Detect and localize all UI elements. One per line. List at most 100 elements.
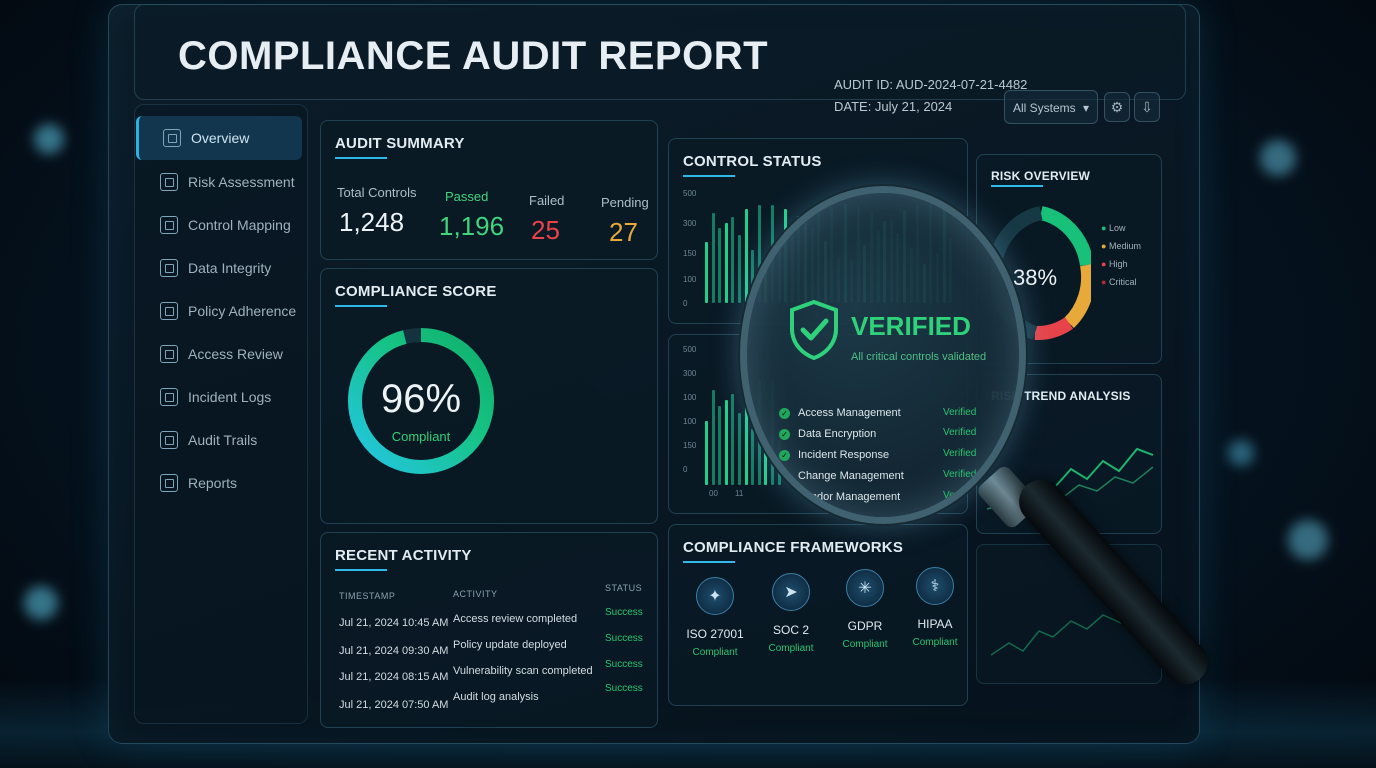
framework-soc2[interactable]: ➤ SOC 2 Compliant bbox=[751, 573, 831, 654]
bokeh-light bbox=[24, 586, 58, 620]
panel-title: CONTROL STATUS bbox=[683, 153, 822, 170]
y-tick: 100 bbox=[683, 393, 697, 402]
export-button[interactable]: ⇩ bbox=[1134, 92, 1160, 122]
bar-mark bbox=[711, 389, 715, 485]
failed-value: 25 bbox=[531, 215, 560, 245]
title-underline bbox=[991, 185, 1043, 187]
audit-id: AUDIT ID: AUD-2024-07-21-4482 bbox=[834, 77, 1028, 92]
verified-row: ✓ Change Management bbox=[779, 470, 904, 482]
bar-mark bbox=[724, 399, 728, 485]
magnifier-lens: VERIFIED All critical controls validated… bbox=[740, 186, 1026, 524]
col-header-timestamp: TIMESTAMP bbox=[339, 591, 396, 601]
row-status: Success bbox=[605, 683, 643, 694]
verified-status: Verified bbox=[943, 427, 977, 438]
bar-mark bbox=[718, 228, 722, 303]
sidebar-item-control-mapping[interactable]: Control Mapping bbox=[136, 203, 302, 247]
panel-title: AUDIT SUMMARY bbox=[335, 135, 465, 152]
framework-status: Compliant bbox=[912, 637, 958, 648]
score-value: 96% bbox=[380, 377, 462, 421]
sidebar-item-label: Risk Assessment bbox=[188, 174, 295, 190]
framework-gdpr[interactable]: ✳ GDPR Compliant bbox=[825, 569, 905, 650]
sidebar-item-data-integrity[interactable]: Data Integrity bbox=[136, 246, 302, 290]
title-underline bbox=[683, 561, 735, 563]
bokeh-light bbox=[1260, 140, 1296, 176]
download-icon: ⇩ bbox=[1141, 98, 1153, 115]
sidebar-item-label: Data Integrity bbox=[188, 260, 272, 276]
y-tick: 100 bbox=[683, 275, 697, 284]
sidebar-item-audit-trails[interactable]: Audit Trails bbox=[136, 418, 302, 462]
framework-iso[interactable]: ✦ ISO 27001 Compliant bbox=[675, 577, 755, 658]
bokeh-light bbox=[1228, 440, 1254, 466]
risk-high-arc bbox=[1034, 317, 1073, 341]
total-controls-label: Total Controls bbox=[337, 185, 417, 200]
framework-hipaa[interactable]: ⚕ HIPAA Compliant bbox=[895, 567, 975, 648]
panel-title: RECENT ACTIVITY bbox=[335, 547, 472, 564]
y-tick: 500 bbox=[683, 189, 697, 198]
home-icon bbox=[163, 129, 181, 147]
sidebar-item-overview[interactable]: Overview bbox=[136, 116, 302, 160]
sidebar-item-access-review[interactable]: Access Review bbox=[136, 332, 302, 376]
log-icon bbox=[160, 388, 178, 406]
row-timestamp: Jul 21, 2024 10:45 AM bbox=[339, 617, 449, 629]
verified-row: ✓ Data Encryption bbox=[779, 428, 876, 440]
trail-icon bbox=[160, 431, 178, 449]
title-underline bbox=[683, 175, 735, 177]
system-select-value: All Systems bbox=[1013, 101, 1076, 115]
recent-activity-panel: RECENT ACTIVITY TIMESTAMP ACTIVITY STATU… bbox=[320, 532, 658, 728]
failed-label: Failed bbox=[529, 193, 565, 208]
legend-low: ● Low bbox=[1101, 223, 1126, 233]
gear-icon: ⚙ bbox=[1110, 98, 1124, 115]
verified-title: VERIFIED bbox=[851, 311, 971, 341]
iso-badge-icon: ✦ bbox=[696, 577, 734, 615]
framework-name: SOC 2 bbox=[772, 623, 809, 637]
verified-row: ✓ Vendor Management bbox=[779, 491, 900, 503]
check-icon: ✓ bbox=[779, 470, 790, 482]
legend-high: ● High bbox=[1101, 259, 1128, 269]
policy-icon bbox=[160, 302, 178, 320]
sidebar-item-reports[interactable]: Reports bbox=[136, 461, 302, 505]
compliance-score-panel: COMPLIANCE SCORE 96% Compliant bbox=[320, 268, 658, 524]
bar-mark bbox=[711, 212, 715, 303]
total-controls-value: 1,248 bbox=[339, 207, 405, 237]
y-tick: 300 bbox=[683, 369, 697, 378]
framework-status: Compliant bbox=[692, 647, 738, 658]
bokeh-light bbox=[34, 124, 64, 154]
page-title: COMPLIANCE AUDIT REPORT bbox=[178, 34, 769, 78]
check-icon: ✓ bbox=[779, 407, 790, 419]
y-tick: 150 bbox=[683, 441, 697, 450]
bar-mark bbox=[751, 429, 755, 485]
bar-mark bbox=[731, 394, 735, 485]
title-underline bbox=[335, 569, 387, 571]
verified-status: Verified bbox=[943, 490, 977, 501]
check-icon: ✓ bbox=[779, 491, 790, 503]
audit-meta: AUDIT ID: AUD-2024-07-21-4482 DATE: July… bbox=[834, 74, 1027, 118]
pending-value: 27 bbox=[609, 217, 638, 247]
shield-check-icon bbox=[790, 299, 838, 361]
row-timestamp: Jul 21, 2024 07:50 AM bbox=[339, 699, 449, 711]
sidebar-item-incident-logs[interactable]: Incident Logs bbox=[136, 375, 302, 419]
verified-status: Verified bbox=[943, 469, 977, 480]
verified-row: ✓ Access Management bbox=[779, 407, 901, 419]
bokeh-light bbox=[1288, 520, 1328, 560]
row-activity: Access review completed bbox=[453, 613, 578, 625]
bar-mark bbox=[744, 209, 748, 303]
row-timestamp: Jul 21, 2024 09:30 AM bbox=[339, 645, 449, 657]
sidebar-item-label: Audit Trails bbox=[188, 432, 258, 448]
verified-row: ✓ Incident Response bbox=[779, 449, 889, 461]
sidebar-item-risk-assessment[interactable]: Risk Assessment bbox=[136, 160, 302, 204]
bar-mark bbox=[731, 217, 735, 303]
risk-low-arc bbox=[1039, 206, 1091, 267]
x-tick: 11 bbox=[735, 489, 744, 498]
y-tick: 500 bbox=[683, 345, 697, 354]
risk-icon bbox=[160, 173, 178, 191]
legend-critical: ● Critical bbox=[1101, 277, 1137, 287]
sidebar-item-policy-adherence[interactable]: Policy Adherence bbox=[136, 289, 302, 333]
system-select[interactable]: All Systems ▾ bbox=[1004, 90, 1098, 124]
settings-button[interactable]: ⚙ bbox=[1104, 92, 1130, 122]
bar-mark bbox=[738, 235, 741, 303]
framework-status: Compliant bbox=[842, 639, 888, 650]
framework-name: ISO 27001 bbox=[686, 627, 744, 641]
row-activity: Audit log analysis bbox=[453, 691, 539, 703]
sidebar-item-label: Access Review bbox=[188, 346, 283, 362]
sidebar-item-label: Overview bbox=[191, 130, 250, 146]
